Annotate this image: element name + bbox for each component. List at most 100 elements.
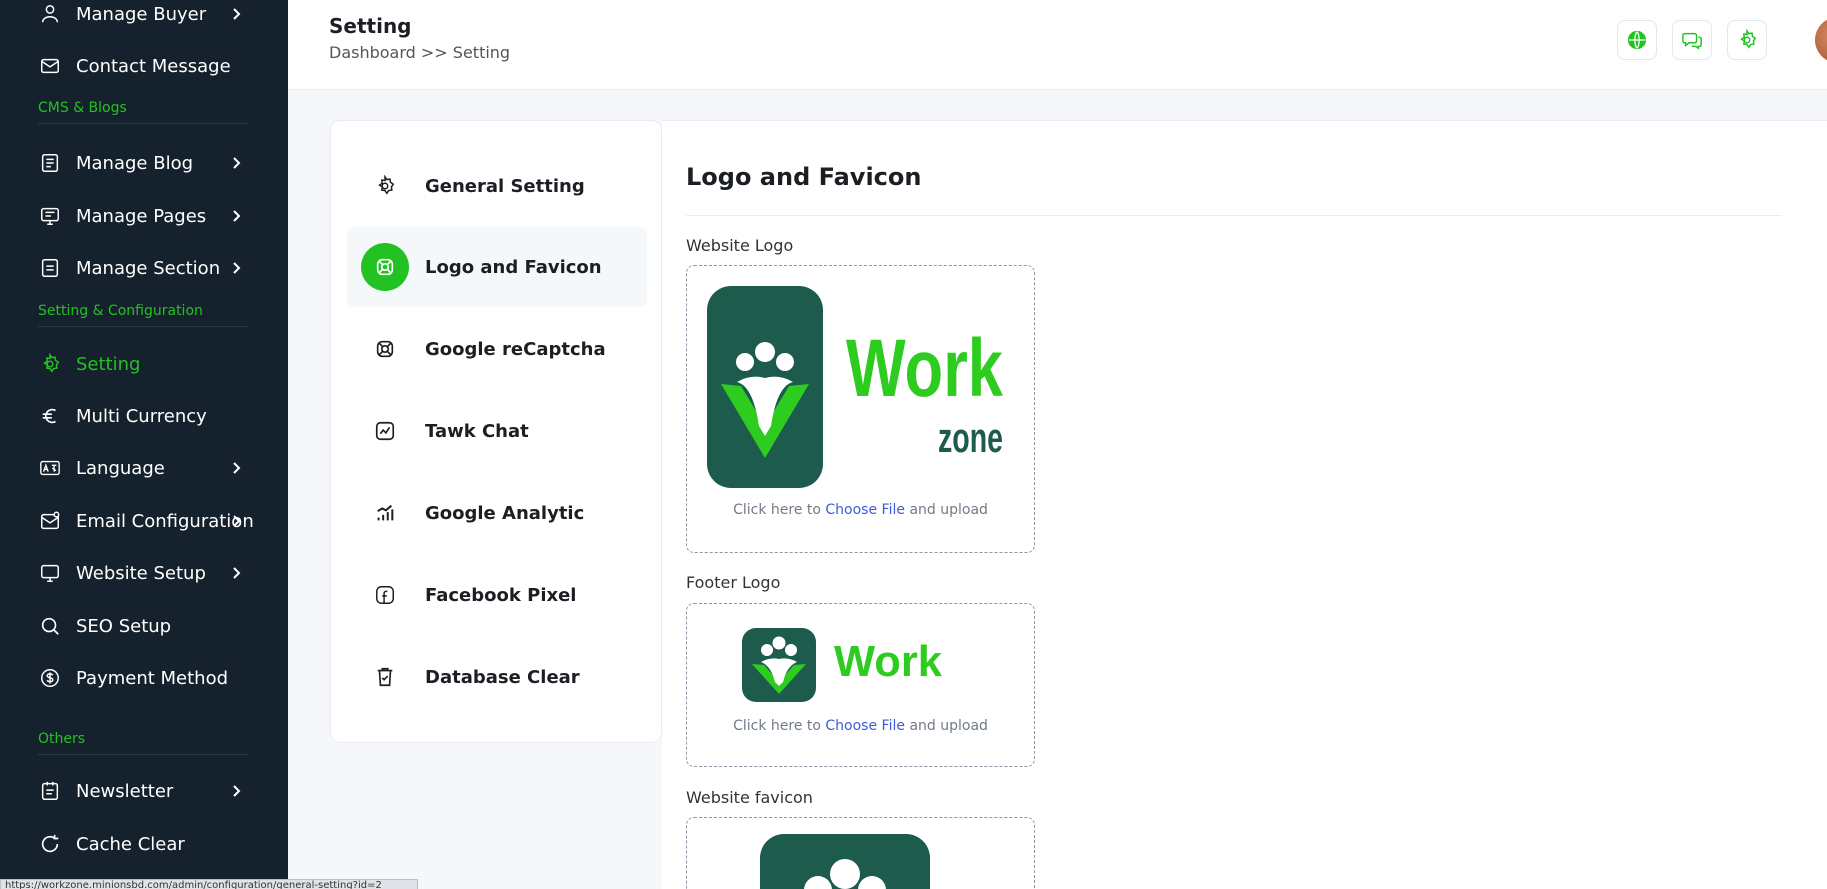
website-logo-upload[interactable]: Work zone Click here to Choose File and … [686, 265, 1035, 553]
sidebar-item-newsletter[interactable]: Newsletter [38, 771, 258, 811]
sidebar-item-contact-message[interactable]: Contact Message [38, 46, 258, 86]
svg-text:Work: Work [846, 323, 1003, 414]
euro-icon [38, 404, 62, 428]
menu-item-label: Database Clear [425, 666, 580, 688]
section-icon [38, 256, 62, 280]
chevron-right-icon [233, 567, 241, 579]
blog-icon [38, 151, 62, 175]
upload-hint: Click here to Choose File and upload [687, 502, 1034, 518]
top-header: Setting Dashboard >> Setting [288, 0, 1827, 90]
gear-icon [361, 162, 409, 210]
footer-logo-upload[interactable]: Work Click here to Choose File and uploa… [686, 603, 1035, 767]
settings-button[interactable] [1727, 20, 1767, 60]
sidebar-item-manage-buyer[interactable]: Manage Buyer [38, 0, 258, 34]
sidebar-item-label: Setting [76, 353, 141, 375]
gear-icon [38, 352, 62, 376]
sidebar-item-label: Multi Currency [76, 405, 207, 427]
website-favicon-upload[interactable] [686, 817, 1035, 889]
upload-hint-text: Click here to [733, 718, 821, 734]
website-logo-label: Website Logo [686, 236, 794, 255]
sidebar-item-seo-setup[interactable]: SEO Setup [38, 606, 258, 646]
menu-item-google-recaptcha[interactable]: Google reCaptcha [347, 309, 647, 389]
language-icon [38, 456, 62, 480]
chevron-right-icon [233, 8, 241, 20]
chevron-right-icon [233, 157, 241, 169]
footer-logo-label: Footer Logo [686, 573, 781, 592]
bar-chart-icon [361, 489, 409, 537]
sidebar-item-label: Newsletter [76, 780, 174, 802]
footer-logo-image: Work [742, 628, 942, 702]
settings-menu: General Setting Logo and Favicon Google … [330, 120, 662, 743]
section-heading-others: Others [38, 731, 248, 755]
sidebar-item-label: Manage Buyer [76, 3, 207, 25]
sidebar-item-manage-section[interactable]: Manage Section [38, 248, 258, 288]
menu-item-google-analytic[interactable]: Google Analytic [347, 473, 647, 553]
svg-text:Work: Work [834, 637, 942, 686]
sidebar-item-multi-currency[interactable]: Multi Currency [38, 396, 258, 436]
menu-item-logo-and-favicon[interactable]: Logo and Favicon [347, 227, 647, 307]
menu-item-tawk-chat[interactable]: Tawk Chat [347, 391, 647, 471]
mail-icon [38, 54, 62, 78]
sidebar-item-label: Website Setup [76, 562, 206, 584]
menu-item-database-clear[interactable]: Database Clear [347, 637, 647, 717]
menu-item-label: Google Analytic [425, 502, 585, 524]
chevron-right-icon [233, 785, 241, 797]
menu-item-facebook-pixel[interactable]: Facebook Pixel [347, 555, 647, 635]
globe-icon [1627, 30, 1647, 50]
monitor-icon [38, 561, 62, 585]
section-title: Logo and Favicon [686, 163, 922, 191]
lifebuoy-icon [361, 243, 409, 291]
sidebar-item-email-configuration[interactable]: Email Configuration [38, 501, 258, 541]
menu-item-general-setting[interactable]: General Setting [347, 146, 647, 226]
page-title: Setting [329, 14, 412, 38]
sidebar-item-payment-method[interactable]: Payment Method [38, 658, 258, 698]
section-heading-cms: CMS & Blogs [38, 100, 248, 124]
sidebar-item-label: Contact Message [76, 55, 231, 77]
sidebar-item-website-setup[interactable]: Website Setup [38, 553, 258, 593]
browser-status-url: https://workzone.minionsbd.com/admin/con… [0, 879, 418, 889]
section-heading-setting: Setting & Configuration [38, 303, 248, 327]
choose-file-link[interactable]: Choose File [825, 502, 905, 518]
chart-box-icon [361, 407, 409, 455]
lifebuoy-icon [361, 325, 409, 373]
sidebar-item-label: Language [76, 457, 165, 479]
trash-icon [361, 653, 409, 701]
menu-item-label: Google reCaptcha [425, 338, 606, 360]
upload-hint-text: Click here to [733, 502, 821, 518]
chevron-right-icon [233, 515, 241, 527]
svg-text:zone: zone [938, 414, 1003, 461]
website-favicon-label: Website favicon [686, 788, 813, 807]
chevron-right-icon [233, 462, 241, 474]
sidebar-item-label: Manage Section [76, 257, 221, 279]
sidebar-item-language[interactable]: Language [38, 448, 258, 488]
chevron-right-icon [233, 210, 241, 222]
sidebar-item-cache-clear[interactable]: Cache Clear [38, 824, 258, 864]
search-icon [38, 614, 62, 638]
upload-hint: Click here to Choose File and upload [687, 718, 1034, 734]
newsletter-icon [38, 779, 62, 803]
sidebar-item-label: Cache Clear [76, 833, 185, 855]
sidebar-item-label: Manage Blog [76, 152, 194, 174]
chat-icon [1682, 32, 1702, 50]
chevron-right-icon [233, 262, 241, 274]
messages-button[interactable] [1672, 20, 1712, 60]
sidebar-item-label: Manage Pages [76, 205, 207, 227]
pages-icon [38, 204, 62, 228]
menu-item-label: General Setting [425, 175, 585, 197]
upload-hint-text: and upload [909, 502, 988, 518]
upload-hint-text: and upload [909, 718, 988, 734]
gear-icon [1740, 29, 1757, 49]
menu-item-label: Tawk Chat [425, 420, 529, 442]
breadcrumb: Dashboard >> Setting [329, 43, 511, 62]
email-config-icon [38, 509, 62, 533]
logo-favicon-panel: Logo and Favicon Website Logo Work zone … [662, 120, 1827, 889]
sidebar-item-label: SEO Setup [76, 615, 172, 637]
sidebar-item-manage-pages[interactable]: Manage Pages [38, 196, 258, 236]
choose-file-link[interactable]: Choose File [825, 718, 905, 734]
sidebar-item-setting[interactable]: Setting [38, 344, 258, 384]
website-favicon-image [760, 834, 930, 889]
sidebar-item-label: Payment Method [76, 667, 229, 689]
menu-item-label: Logo and Favicon [425, 256, 602, 278]
language-button[interactable] [1617, 20, 1657, 60]
sidebar-item-manage-blog[interactable]: Manage Blog [38, 143, 258, 183]
